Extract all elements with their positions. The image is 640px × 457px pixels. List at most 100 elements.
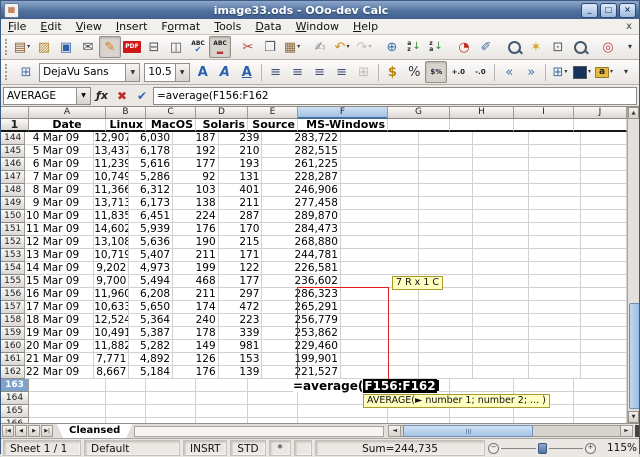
font-size-combo[interactable]: 10.5 ▼ xyxy=(144,63,189,82)
cell[interactable]: 289,870 xyxy=(262,210,340,223)
cancel-icon[interactable]: ✖ xyxy=(113,87,131,105)
cell[interactable]: 21 Mar 09 xyxy=(25,353,94,366)
cell[interactable]: 12,907 xyxy=(94,132,129,145)
cell[interactable]: 11,239 xyxy=(94,158,129,171)
cell[interactable] xyxy=(29,405,106,418)
auto-spellcheck-button[interactable]: ABC▂ xyxy=(209,36,231,58)
cell[interactable] xyxy=(581,301,627,314)
help-button[interactable]: ◎ xyxy=(597,36,619,58)
cell[interactable] xyxy=(473,262,529,275)
dropdown-arrow-icon[interactable]: ▾ xyxy=(346,44,349,50)
cell[interactable] xyxy=(581,210,627,223)
cell[interactable] xyxy=(419,210,473,223)
cell[interactable] xyxy=(106,418,146,423)
cell[interactable]: 244,781 xyxy=(262,249,340,262)
cell[interactable] xyxy=(341,353,419,366)
cell[interactable] xyxy=(529,236,581,249)
cell[interactable] xyxy=(248,405,298,418)
close-button[interactable]: × xyxy=(619,3,636,18)
cell[interactable]: 981 xyxy=(219,340,263,353)
decrease-indent-button[interactable]: « xyxy=(498,61,520,83)
dropdown-arrow-icon[interactable]: ▾ xyxy=(368,44,371,50)
cell[interactable]: 4 Mar 09 xyxy=(25,132,94,145)
cell[interactable]: 187 xyxy=(173,132,219,145)
cell[interactable] xyxy=(341,223,419,236)
cell[interactable]: 5,650 xyxy=(129,301,173,314)
function-wizard-icon[interactable]: ƒx xyxy=(93,87,111,105)
zoom-button[interactable] xyxy=(569,36,591,58)
row-header-146[interactable]: 146 xyxy=(1,158,25,171)
row-header-151[interactable]: 151 xyxy=(1,223,25,236)
cell[interactable] xyxy=(419,366,473,379)
cell[interactable]: 5,616 xyxy=(129,158,173,171)
delete-decimal-place-button[interactable]: -.0 xyxy=(469,61,491,83)
cell[interactable] xyxy=(248,379,298,392)
cell[interactable] xyxy=(473,327,529,340)
menu-file[interactable]: File xyxy=(1,19,33,34)
dropdown-arrow-icon[interactable]: ▾ xyxy=(588,69,591,75)
cell[interactable] xyxy=(196,405,248,418)
cell[interactable] xyxy=(473,171,529,184)
cell[interactable] xyxy=(341,249,419,262)
cell[interactable]: 210 xyxy=(219,145,263,158)
cell[interactable]: 10,719 xyxy=(94,249,129,262)
cell[interactable]: 15 Mar 09 xyxy=(25,275,94,288)
cell[interactable] xyxy=(419,262,473,275)
column-header-E[interactable]: E xyxy=(248,107,298,119)
row-header-155[interactable]: 155 xyxy=(1,275,25,288)
cell[interactable] xyxy=(581,197,627,210)
cell[interactable] xyxy=(473,145,529,158)
cell[interactable] xyxy=(419,327,473,340)
cell[interactable]: 268,880 xyxy=(262,236,340,249)
cell[interactable] xyxy=(581,184,627,197)
cell[interactable] xyxy=(419,353,473,366)
increase-indent-button[interactable]: » xyxy=(520,61,542,83)
horizontal-scroll-thumb[interactable] xyxy=(403,425,533,437)
cell[interactable] xyxy=(529,314,581,327)
cell[interactable] xyxy=(473,314,529,327)
cell[interactable]: 190 xyxy=(173,236,219,249)
merge-cells-button[interactable]: ⊞ xyxy=(353,61,375,83)
cell[interactable] xyxy=(581,340,627,353)
cell[interactable] xyxy=(529,340,581,353)
cell[interactable]: 9,700 xyxy=(94,275,129,288)
cell[interactable]: 6 Mar 09 xyxy=(25,158,94,171)
chevron-down-icon[interactable]: ▼ xyxy=(125,64,139,81)
cell[interactable]: Linux xyxy=(106,119,146,132)
cell[interactable]: MacOS xyxy=(146,119,196,132)
cell[interactable]: 6,178 xyxy=(129,145,173,158)
previous-sheet-icon[interactable]: ◀ xyxy=(15,425,27,437)
chevron-down-icon[interactable]: ▼ xyxy=(175,64,189,81)
cell[interactable]: 224 xyxy=(173,210,219,223)
cell[interactable] xyxy=(341,314,419,327)
cell[interactable] xyxy=(529,210,581,223)
cell[interactable]: 193 xyxy=(219,158,263,171)
number-format-currency-button[interactable]: $ xyxy=(381,61,403,83)
minimize-button[interactable]: _ xyxy=(581,3,598,18)
cell[interactable]: 20 Mar 09 xyxy=(25,340,94,353)
cell[interactable] xyxy=(529,184,581,197)
cell[interactable]: 228,287 xyxy=(262,171,340,184)
cell[interactable]: 283,722 xyxy=(262,132,340,145)
format-paintbrush-button[interactable]: ✍ xyxy=(309,36,331,58)
cell[interactable] xyxy=(419,184,473,197)
cell[interactable] xyxy=(529,132,581,145)
menu-window[interactable]: Window xyxy=(289,19,346,34)
cell[interactable]: 240 xyxy=(173,314,219,327)
cell[interactable]: 215 xyxy=(219,236,263,249)
cell[interactable]: 5,387 xyxy=(129,327,173,340)
row-header-154[interactable]: 154 xyxy=(1,262,25,275)
cell[interactable] xyxy=(473,275,529,288)
copy-button[interactable]: ❐ xyxy=(259,36,281,58)
cell[interactable]: 14 Mar 09 xyxy=(25,262,94,275)
cell[interactable] xyxy=(419,171,473,184)
zoom-in-icon[interactable]: + xyxy=(585,443,596,454)
row-header-144[interactable]: 144 xyxy=(1,132,25,145)
zoom-level[interactable]: 115% xyxy=(599,442,637,454)
cell[interactable]: 6,173 xyxy=(129,197,173,210)
cell[interactable] xyxy=(529,288,581,301)
cell[interactable] xyxy=(529,366,581,379)
row-header-157[interactable]: 157 xyxy=(1,301,25,314)
cell[interactable] xyxy=(341,366,419,379)
cell[interactable] xyxy=(574,418,627,423)
